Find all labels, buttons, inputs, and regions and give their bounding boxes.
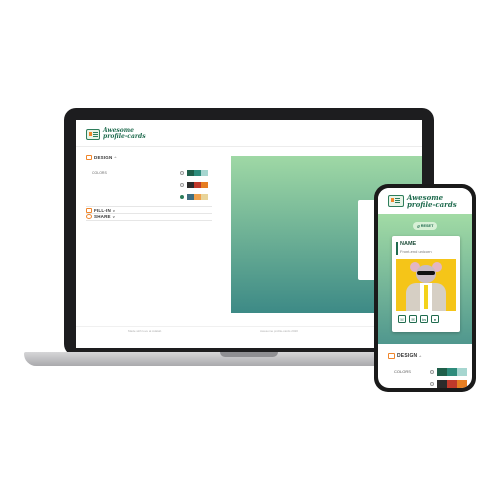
photo-detail — [424, 285, 428, 309]
color-swatch — [447, 380, 457, 388]
phone-screen: Awesome profile-cards ↺ RESET NAME Front… — [378, 188, 472, 388]
color-swatch — [457, 380, 467, 388]
section-divider — [86, 206, 212, 207]
colors-label: COLORS — [394, 369, 411, 374]
palette-radio[interactable] — [180, 171, 184, 175]
color-swatch — [447, 368, 457, 376]
palette-icon — [388, 353, 395, 359]
logo-text: Awesome profile-cards — [407, 193, 457, 209]
app-logo[interactable]: Awesome profile-cards — [86, 128, 146, 140]
photo-detail — [417, 271, 435, 275]
profile-photo — [396, 259, 456, 311]
laptop-screen: Awesome profile-cards DESIGN ^ COLORS FI… — [76, 120, 422, 348]
color-swatch — [437, 368, 447, 376]
colors-label: COLORS — [92, 171, 107, 175]
color-swatch — [187, 182, 194, 188]
card-name: NAME — [400, 241, 417, 247]
profile-card-logo-icon — [388, 195, 404, 207]
phone-icon[interactable]: ☏ — [398, 315, 406, 323]
palette-option-2[interactable] — [430, 380, 467, 388]
github-icon[interactable]: ● — [431, 315, 439, 323]
palette-option-2[interactable] — [180, 182, 208, 188]
footer-copyright: Awesome profile-cards 2020 — [260, 329, 298, 333]
color-swatch — [194, 194, 201, 200]
color-swatch — [201, 182, 208, 188]
design-label: DESIGN — [94, 155, 113, 160]
header-divider — [76, 146, 422, 147]
profile-card: NAME Front-end unicorn ☏ ✉ in ● — [392, 236, 460, 332]
color-swatch — [457, 368, 467, 376]
chevron-up-icon: ^ — [114, 155, 117, 160]
share-label: SHARE — [94, 214, 111, 219]
palette-option-1[interactable] — [430, 368, 467, 376]
color-swatch — [194, 182, 201, 188]
laptop-notch — [220, 352, 278, 357]
palette-icon — [86, 155, 92, 160]
reset-icon: ↺ — [416, 224, 420, 229]
color-swatch — [187, 194, 194, 200]
palette-radio[interactable] — [430, 370, 434, 374]
palette-radio-selected[interactable] — [180, 195, 184, 199]
palette-option-1[interactable] — [180, 170, 208, 176]
chevron-up-icon: ^ — [419, 353, 422, 359]
design-section-toggle[interactable]: DESIGN ^ — [86, 155, 116, 160]
section-divider — [86, 220, 212, 221]
linkedin-icon[interactable]: in — [420, 315, 428, 323]
logo-text: Awesome profile-cards — [103, 127, 146, 140]
reset-label: RESET — [420, 224, 434, 228]
share-icon — [86, 214, 92, 219]
chevron-down-icon: v — [112, 214, 115, 219]
color-swatch — [187, 170, 194, 176]
color-swatch — [201, 194, 208, 200]
color-swatch — [437, 380, 447, 388]
palette-radio[interactable] — [180, 183, 184, 187]
design-label: DESIGN — [397, 353, 418, 359]
palette-radio[interactable] — [430, 382, 434, 386]
design-section-toggle[interactable]: DESIGN ^ — [388, 353, 421, 359]
app-logo[interactable]: Awesome profile-cards — [388, 194, 457, 208]
card-social-links: ☏ ✉ in ● — [398, 315, 439, 323]
share-section-toggle[interactable]: SHARE v — [86, 214, 115, 219]
footer-divider — [76, 326, 422, 327]
color-swatch — [201, 170, 208, 176]
mail-icon[interactable]: ✉ — [409, 315, 417, 323]
footer-credit: Made with love at Adalab — [128, 329, 162, 333]
card-accent-bar — [396, 242, 398, 255]
reset-button[interactable]: ↺ RESET — [413, 222, 437, 230]
palette-option-3[interactable] — [180, 194, 208, 200]
color-swatch — [194, 170, 201, 176]
card-role: Front-end unicorn — [400, 249, 432, 254]
profile-card-logo-icon — [86, 128, 100, 140]
